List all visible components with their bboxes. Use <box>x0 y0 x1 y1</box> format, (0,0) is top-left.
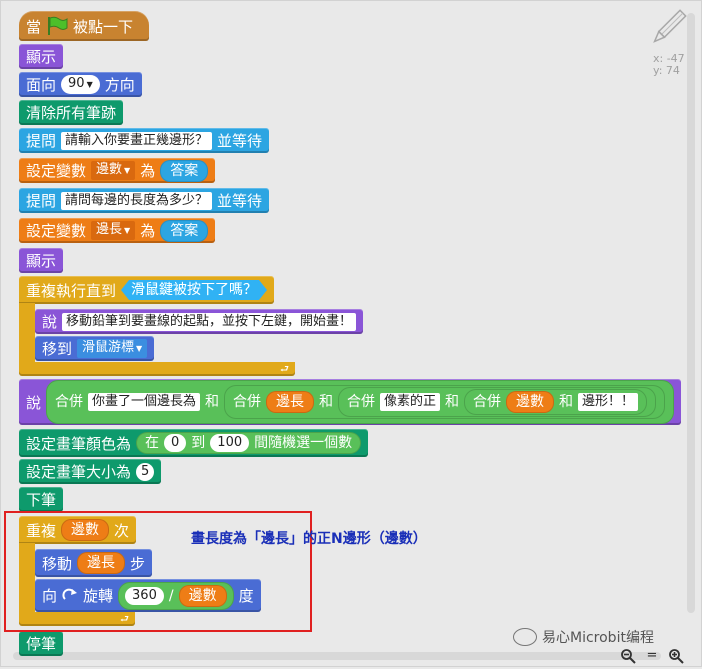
ask-block-2[interactable]: 提問 請問每邊的長度為多少？ 並等待 <box>19 188 270 213</box>
set-label: 設定變數 <box>26 222 87 240</box>
sprite-coordinates: x: -47 y: 74 <box>653 53 685 77</box>
join-reporter-2[interactable]: 合併 邊長 和 合併 像素的正 和 合併 邊數 和 邊形！！ <box>224 385 666 419</box>
show-label: 顯示 <box>26 48 57 66</box>
join-label: 合併 <box>347 394 376 410</box>
answer-reporter[interactable]: 答案 <box>160 219 209 242</box>
and-label: 和 <box>445 394 460 410</box>
y-coordinate: y: 74 <box>653 64 680 77</box>
direction-input[interactable]: 90 ▼ <box>61 75 100 94</box>
green-flag-icon <box>48 16 68 35</box>
say-block-1[interactable]: 說 移動鉛筆到要畫線的起點，並按下左鍵，開始畫！ <box>35 309 364 334</box>
repeat-until-foot: ⮐ <box>19 362 295 376</box>
say-label: 說 <box>42 313 58 331</box>
pen-down-label: 下筆 <box>26 491 57 509</box>
wechat-logo-icon <box>513 628 537 646</box>
show-block-1[interactable]: 顯示 <box>19 44 64 69</box>
random-from-input[interactable]: 0 <box>164 434 187 452</box>
pen-up-block[interactable]: 停筆 <box>19 631 64 656</box>
join-reporter-1[interactable]: 合併 你畫了一個邊長為 和 合併 邊長 和 合併 像素的正 和 合併 邊數 和 … <box>46 380 675 424</box>
watermark: 易心Microbit编程 <box>513 627 654 647</box>
zoom-controls: = <box>619 648 685 664</box>
join-text-2[interactable]: 像素的正 <box>380 393 441 411</box>
point-direction-block[interactable]: 面向 90 ▼ 方向 <box>19 72 142 97</box>
to-label: 到 <box>191 435 206 451</box>
set-variable-block-2[interactable]: 設定變數 邊長 ▼ 為 答案 <box>19 218 216 243</box>
join-text-1[interactable]: 你畫了一個邊長為 <box>88 393 201 411</box>
say-text-input[interactable]: 移動鉛筆到要畫線的起點，並按下左鍵，開始畫！ <box>62 312 357 331</box>
and-label: 和 <box>559 394 574 410</box>
set-pen-size-block[interactable]: 設定畫筆大小為 5 <box>19 459 162 484</box>
zoom-out-icon[interactable] <box>619 648 637 664</box>
go-to-target-dropdown[interactable]: 滑鼠游標 ▼ <box>77 339 148 358</box>
pen-down-block[interactable]: 下筆 <box>19 487 64 512</box>
set-pen-size-label: 設定畫筆大小為 <box>26 463 132 481</box>
show-label: 顯示 <box>26 252 57 270</box>
zoom-in-icon[interactable] <box>667 648 685 664</box>
join-label: 合併 <box>233 394 262 410</box>
say-join-block[interactable]: 說 合併 你畫了一個邊長為 和 合併 邊長 和 合併 像素的正 和 合併 邊數 … <box>19 379 682 425</box>
variable-dropdown[interactable]: 邊長 ▼ <box>91 221 136 240</box>
clicked-label: 被點一下 <box>73 17 134 36</box>
random-to-input[interactable]: 100 <box>210 434 250 452</box>
horizontal-scrollbar[interactable] <box>13 652 661 660</box>
as-label: 為 <box>140 222 156 240</box>
clear-label: 清除所有筆跡 <box>26 104 117 122</box>
pencil-icon <box>653 9 687 43</box>
join-label: 合併 <box>473 394 502 410</box>
as-label: 為 <box>140 162 156 180</box>
script-area[interactable]: x: -47 y: 74 當 被點一下 顯示 面向 90 ▼ 方向 清除所有筆跡 … <box>0 0 702 667</box>
when-label: 當 <box>26 17 42 36</box>
ask-text-input[interactable]: 請問每邊的長度為多少？ <box>61 191 213 210</box>
watermark-text: 易心Microbit编程 <box>542 630 654 646</box>
random-reporter[interactable]: 在 0 到 100 間隨機選一個數 <box>136 432 362 454</box>
go-to-block[interactable]: 移到 滑鼠游標 ▼ <box>35 336 155 361</box>
join-reporter-4[interactable]: 合併 邊數 和 邊形！！ <box>464 389 648 415</box>
ask-label: 提問 <box>26 132 57 150</box>
ask-text-input[interactable]: 請輸入你要畫正幾邊形？ <box>61 131 213 150</box>
set-pen-color-label: 設定畫筆顏色為 <box>26 434 132 453</box>
annotation-text: 畫長度為「邊長」的正N邊形（邊數） <box>191 531 427 547</box>
clear-block[interactable]: 清除所有筆跡 <box>19 100 124 125</box>
set-pen-color-block[interactable]: 設定畫筆顏色為 在 0 到 100 間隨機選一個數 <box>19 429 369 457</box>
set-variable-block-1[interactable]: 設定變數 邊數 ▼ 為 答案 <box>19 158 216 183</box>
loop-arrow-icon: ⮐ <box>280 364 289 375</box>
sides-reporter[interactable]: 邊數 <box>506 391 555 413</box>
zoom-reset-icon[interactable]: = <box>643 648 661 664</box>
show-block-2[interactable]: 顯示 <box>19 248 64 273</box>
variable-dropdown[interactable]: 邊數 ▼ <box>91 161 136 180</box>
direction-suffix: 方向 <box>104 76 135 94</box>
ask-suffix: 並等待 <box>217 192 263 210</box>
pen-up-label: 停筆 <box>26 635 57 653</box>
mouse-down-condition[interactable]: 滑鼠鍵被按下了嗎？ <box>121 280 267 300</box>
repeat-until-arm <box>19 303 35 363</box>
ask-block-1[interactable]: 提問 請輸入你要畫正幾邊形？ 並等待 <box>19 128 270 153</box>
answer-reporter[interactable]: 答案 <box>160 159 209 182</box>
vertical-scrollbar[interactable] <box>687 13 695 613</box>
say-label: 說 <box>26 393 42 412</box>
pen-size-input[interactable]: 5 <box>136 462 155 481</box>
in-label: 在 <box>145 435 160 451</box>
and-label: 和 <box>205 394 220 410</box>
join-text-3[interactable]: 邊形！！ <box>578 393 639 411</box>
repeat-until-block[interactable]: 重複執行直到 滑鼠鍵被按下了嗎？ <box>19 276 275 304</box>
go-to-label: 移到 <box>42 340 73 358</box>
random-suffix: 間隨機選一個數 <box>254 435 353 451</box>
and-label: 和 <box>319 394 334 410</box>
join-label: 合併 <box>55 394 84 410</box>
join-reporter-3[interactable]: 合併 像素的正 和 合併 邊數 和 邊形！！ <box>338 387 657 417</box>
side-length-reporter[interactable]: 邊長 <box>266 391 315 413</box>
point-label: 面向 <box>26 76 57 94</box>
ask-suffix: 並等待 <box>217 132 263 150</box>
repeat-until-label: 重複執行直到 <box>26 281 117 300</box>
set-label: 設定變數 <box>26 162 87 180</box>
when-flag-clicked-block[interactable]: 當 被點一下 <box>19 11 149 41</box>
ask-label: 提問 <box>26 192 57 210</box>
